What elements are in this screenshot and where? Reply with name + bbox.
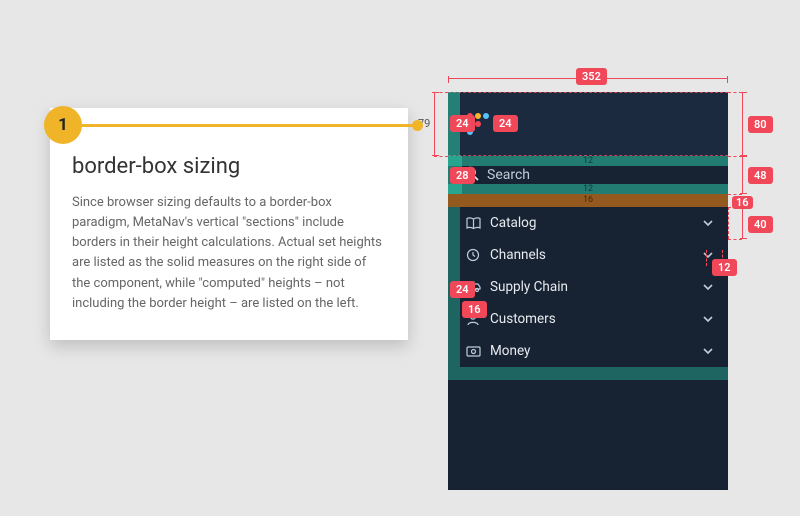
sidebar-divider: 16 — [448, 194, 728, 207]
connector-line — [82, 124, 416, 127]
dim-customers-icon: 16 — [462, 301, 487, 318]
spacer-highlight — [448, 367, 728, 380]
dashed-line — [728, 194, 742, 195]
sidebar-item-label: Catalog — [490, 215, 702, 231]
tooltip-title: border-box sizing — [72, 154, 386, 179]
connector-dot — [412, 120, 423, 131]
sidebar-item-label: Money — [490, 343, 702, 359]
sidebar-item-label: Customers — [490, 311, 702, 327]
chevron-down-icon — [702, 281, 714, 293]
spacer-highlight: 12 — [448, 156, 728, 166]
spacer-label: 12 — [583, 184, 593, 194]
dashed-line — [728, 239, 742, 240]
dim-width-label: 352 — [576, 68, 607, 85]
spacer-highlight — [448, 239, 460, 271]
sidebar-item-catalog[interactable]: Catalog — [448, 207, 728, 239]
dashed-line — [434, 92, 448, 93]
sidebar-search[interactable]: 12 12 Search — [448, 156, 728, 194]
ruler-item-right — [742, 207, 743, 239]
dim-search-lpad: 28 — [450, 167, 475, 184]
sidebar-header — [448, 92, 728, 156]
ruler-header-left — [434, 92, 435, 156]
money-icon — [464, 346, 482, 357]
ruler-header-right — [742, 92, 743, 156]
sidebar: 12 12 Search 16 Catalog Channels Supply … — [448, 92, 728, 490]
dashed-line — [434, 156, 448, 157]
dim-item-right-label: 40 — [748, 216, 773, 233]
dashed-line — [706, 250, 707, 266]
book-icon — [464, 217, 482, 230]
dim-search-right-label: 48 — [748, 167, 773, 184]
clock-icon — [464, 248, 482, 262]
dashed-line — [722, 250, 723, 266]
ruler-search-right — [742, 156, 743, 194]
spacer-highlight — [448, 207, 460, 239]
dim-logo-size: 24 — [493, 115, 518, 132]
dashed-line — [728, 156, 742, 157]
dim-chevron-size: 12 — [712, 259, 737, 276]
step-badge: 1 — [44, 106, 82, 144]
sidebar-item-supply-chain[interactable]: Supply Chain — [448, 271, 728, 303]
tooltip-card: border-box sizing Since browser sizing d… — [50, 108, 408, 340]
dim-item-rpad-label: 16 — [732, 196, 753, 209]
sidebar-item-money[interactable]: Money — [448, 335, 728, 367]
sidebar-item-label: Channels — [490, 247, 702, 263]
sidebar-item-channels[interactable]: Channels — [448, 239, 728, 271]
search-placeholder: Search — [487, 167, 530, 183]
dim-header-lpad: 24 — [450, 115, 475, 132]
spacer-highlight — [448, 335, 460, 367]
tooltip-body: Since browser sizing defaults to a borde… — [72, 193, 386, 314]
chevron-down-icon — [702, 345, 714, 357]
dashed-line — [728, 207, 729, 239]
spacer-highlight: 12 — [448, 184, 728, 194]
sidebar-item-label: Supply Chain — [490, 279, 702, 295]
sidebar-empty — [448, 380, 728, 490]
dashed-line — [448, 92, 728, 93]
spacer-label: 12 — [583, 156, 593, 166]
chevron-down-icon — [702, 217, 714, 229]
dim-item-lpad: 24 — [450, 281, 475, 298]
dim-header-right-label: 80 — [748, 116, 773, 133]
chevron-down-icon — [702, 313, 714, 325]
spacer-highlight — [448, 303, 460, 335]
dashed-line — [728, 92, 742, 93]
sidebar-item-customers[interactable]: Customers — [448, 303, 728, 335]
